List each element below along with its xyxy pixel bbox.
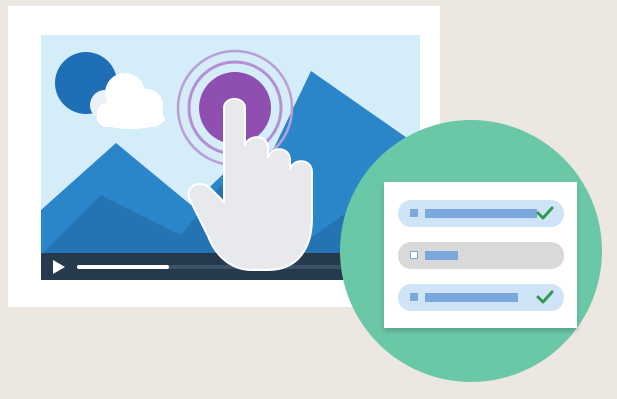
checklist-row-selected[interactable] [398, 284, 564, 311]
row-text-placeholder [425, 209, 537, 218]
progress-fill [77, 265, 170, 269]
row-checkbox[interactable] [410, 251, 418, 259]
row-text-placeholder [425, 251, 458, 260]
row-text-placeholder [425, 293, 518, 302]
check-icon [536, 206, 554, 220]
play-icon[interactable] [53, 260, 65, 274]
row-marker [410, 293, 418, 301]
checklist-panel [384, 182, 577, 328]
row-marker [410, 209, 418, 217]
check-icon [536, 290, 554, 304]
checklist-row-unselected[interactable] [398, 242, 564, 269]
checklist-row-selected[interactable] [398, 200, 564, 227]
